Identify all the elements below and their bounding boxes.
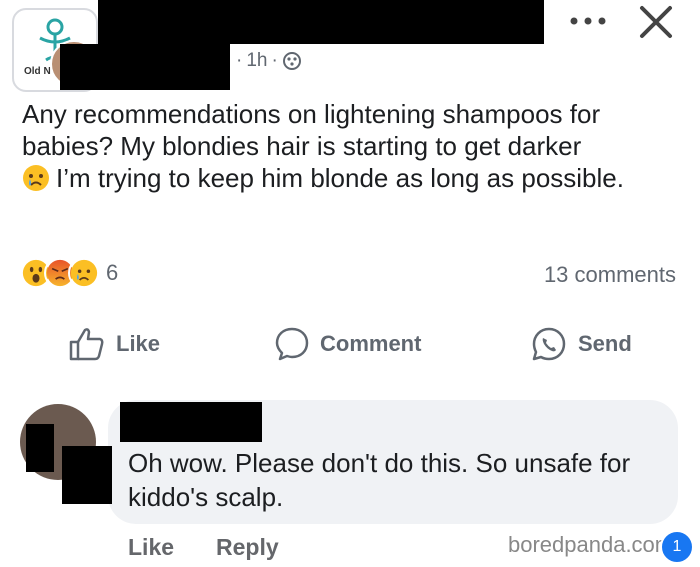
comment-text: Oh wow. Please don't do this. So unsafe … <box>128 448 631 512</box>
group-avatar-label: Old N <box>24 66 51 77</box>
whatsapp-icon <box>532 327 566 361</box>
close-button[interactable] <box>636 2 676 48</box>
meta-separator: · <box>236 50 243 71</box>
comment-label: Comment <box>320 331 422 356</box>
sad-reaction-icon <box>68 257 100 289</box>
post-text-part2: I’m trying to keep him blonde as long as… <box>56 163 624 193</box>
send-label: Send <box>578 331 632 356</box>
reactions-summary[interactable]: 6 <box>20 256 118 290</box>
post-time[interactable]: 1h <box>246 50 267 72</box>
group-privacy-icon <box>282 52 301 70</box>
comments-count[interactable]: 13 comments <box>544 262 676 288</box>
like-button[interactable]: Like <box>68 326 160 362</box>
redacted-avatar-part <box>26 424 54 472</box>
send-button[interactable]: Send <box>530 326 632 362</box>
redacted-poster-name <box>60 44 230 90</box>
post-meta: · 1h · <box>236 50 302 72</box>
redacted-avatar-part <box>62 446 112 504</box>
reaction-count[interactable]: 6 <box>106 260 118 286</box>
comment-button[interactable]: Comment <box>274 326 421 362</box>
redacted-group-name <box>98 0 544 44</box>
post-text: Any recommendations on lightening shampo… <box>22 98 692 194</box>
comment-reaction-badge: 1 <box>660 530 694 564</box>
close-icon <box>640 6 672 38</box>
thumbs-up-icon <box>69 328 104 361</box>
redacted-commenter-name <box>120 402 262 442</box>
comment-reply-button[interactable]: Reply <box>216 534 279 561</box>
post-text-part1: Any recommendations on lightening shampo… <box>22 99 601 161</box>
more-dots-icon <box>570 17 606 25</box>
meta-separator: · <box>271 50 278 71</box>
watermark: boredpanda.com <box>508 532 674 557</box>
comment-bubble-icon <box>275 327 309 361</box>
more-options-button[interactable] <box>568 4 608 36</box>
crying-emoji-icon <box>23 165 49 191</box>
comment-like-button[interactable]: Like <box>128 534 174 561</box>
like-label: Like <box>116 331 161 356</box>
